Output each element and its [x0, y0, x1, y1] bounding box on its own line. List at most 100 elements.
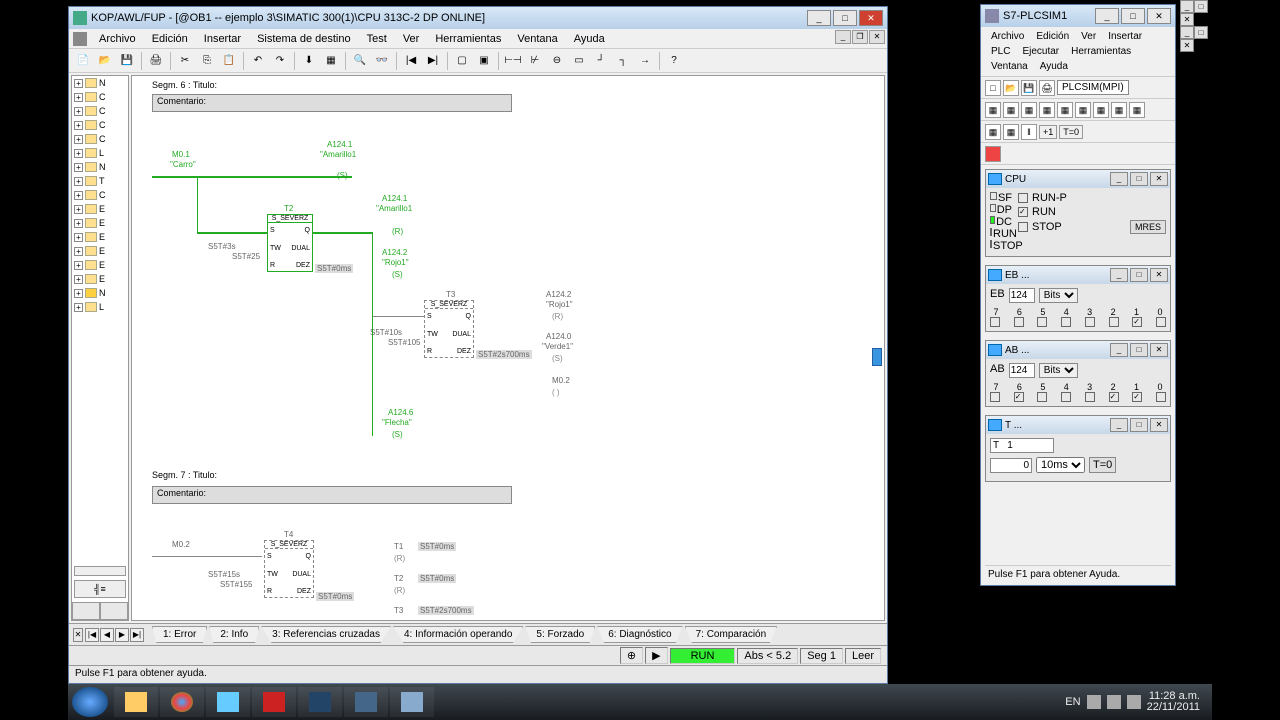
tab-diag[interactable]: 6: Diagnóstico — [597, 626, 682, 643]
cpu-min[interactable]: _ — [1110, 172, 1128, 186]
scroll-thumb[interactable] — [872, 348, 882, 366]
tray-vol-icon[interactable] — [1127, 695, 1141, 709]
eb-format-select[interactable]: Bits — [1039, 288, 1078, 303]
help-icon[interactable]: ? — [664, 51, 684, 71]
sim-insert-9[interactable]: ▦ — [1129, 102, 1145, 118]
tree-panel[interactable]: +N +C +C +C +C +L +N +T +C +E +E +E +E +… — [71, 75, 129, 621]
eb-min[interactable]: _ — [1110, 268, 1128, 282]
nav-last-icon[interactable]: ▶| — [423, 51, 443, 71]
ab-bit-3[interactable] — [1085, 392, 1095, 402]
sim-run-cont-icon[interactable]: ▦ — [985, 124, 1001, 140]
eb-bit-1[interactable] — [1132, 317, 1142, 327]
save-icon[interactable]: 💾 — [117, 51, 137, 71]
nav-first[interactable]: |◀ — [85, 628, 99, 642]
ab-bit-0[interactable] — [1156, 392, 1166, 402]
nav-last[interactable]: ▶| — [130, 628, 144, 642]
bg-max[interactable]: □ — [1194, 0, 1208, 13]
t-min[interactable]: _ — [1110, 418, 1128, 432]
undo-icon[interactable]: ↶ — [248, 51, 268, 71]
conn-icon[interactable]: → — [635, 51, 655, 71]
sim-run-single-icon[interactable]: ▦ — [1003, 124, 1019, 140]
sim-insert-8[interactable]: ▦ — [1111, 102, 1127, 118]
open-icon[interactable]: 📂 — [95, 51, 115, 71]
timer-name-input[interactable] — [990, 438, 1054, 453]
tray-flag-icon[interactable] — [1087, 695, 1101, 709]
tab-forzado[interactable]: 5: Forzado — [525, 626, 595, 643]
seg7-comment[interactable]: Comentario: — [152, 486, 512, 504]
monitor-icon[interactable]: ▦ — [321, 51, 341, 71]
branch-icon[interactable]: ┘ — [591, 51, 611, 71]
bg-close[interactable]: ✕ — [1180, 13, 1194, 26]
sim-insert-3[interactable]: ▦ — [1021, 102, 1037, 118]
block1-icon[interactable]: ▢ — [452, 51, 472, 71]
taskbar-chrome[interactable] — [160, 687, 204, 717]
minimize-button[interactable]: _ — [807, 10, 831, 26]
ab-max[interactable]: □ — [1130, 343, 1148, 357]
seg6-comment[interactable]: Comentario: — [152, 94, 512, 112]
glasses-icon[interactable]: 👓 — [372, 51, 392, 71]
sim-menu-ejecutar[interactable]: Ejecutar — [1016, 44, 1065, 59]
maximize-button[interactable]: □ — [833, 10, 857, 26]
tree-hscroll[interactable] — [74, 566, 126, 576]
sim-plus1[interactable]: +1 — [1039, 125, 1057, 139]
menu-edicion[interactable]: Edición — [144, 31, 196, 47]
main-titlebar[interactable]: KOP/AWL/FUP - [@OB1 -- ejemplo 3\SIMATIC… — [69, 7, 887, 29]
eb-bit-4[interactable] — [1061, 317, 1071, 327]
paste-icon[interactable]: 📋 — [219, 51, 239, 71]
eb-bit-2[interactable] — [1109, 317, 1119, 327]
sim-menu-insertar[interactable]: Insertar — [1102, 29, 1148, 44]
lang-indicator[interactable]: EN — [1065, 696, 1080, 708]
sim-pause-icon[interactable]: ‖ — [1021, 124, 1037, 140]
ladder-canvas[interactable]: Segm. 6 : Titulo: Comentario: M0.1 "Carr… — [131, 75, 885, 621]
taskbar-msn[interactable] — [206, 687, 250, 717]
menu-test[interactable]: Test — [359, 31, 395, 47]
eb-bit-0[interactable] — [1156, 317, 1166, 327]
start-button[interactable] — [72, 687, 108, 717]
ab-addr-input[interactable] — [1009, 363, 1035, 378]
tab-ref[interactable]: 3: Referencias cruzadas — [261, 626, 391, 643]
taskbar-simatic[interactable] — [344, 687, 388, 717]
timer-base-select[interactable]: 10ms — [1036, 457, 1085, 473]
print-icon[interactable]: 🖨 — [146, 51, 166, 71]
cut-icon[interactable]: ✂ — [175, 51, 195, 71]
sim-menu-herramientas[interactable]: Herramientas — [1065, 44, 1137, 59]
taskbar-app2[interactable] — [298, 687, 342, 717]
ab-min[interactable]: _ — [1110, 343, 1128, 357]
sim-menu-plc[interactable]: PLC — [985, 44, 1016, 59]
taskbar-plcsim[interactable] — [390, 687, 434, 717]
cpu-close[interactable]: ✕ — [1150, 172, 1168, 186]
sim-t0[interactable]: T=0 — [1059, 125, 1083, 139]
timer-value-input[interactable] — [990, 458, 1032, 473]
timer-t0-button[interactable]: T=0 — [1089, 457, 1116, 473]
contact-closed-icon[interactable]: ⊬ — [525, 51, 545, 71]
ab-bit-6[interactable] — [1014, 392, 1024, 402]
bg-close2[interactable]: ✕ — [1180, 39, 1194, 52]
menu-ver[interactable]: Ver — [395, 31, 428, 47]
sim-titlebar[interactable]: S7-PLCSIM1 _ □ ✕ — [981, 5, 1175, 27]
runp-checkbox[interactable] — [1018, 193, 1028, 203]
copy-icon[interactable]: ⎘ — [197, 51, 217, 71]
zoom-icon[interactable]: 🔍 — [350, 51, 370, 71]
tree-filter[interactable]: ╣≡ — [74, 580, 126, 598]
sim-menu-ventana[interactable]: Ventana — [985, 59, 1034, 74]
sim-menu-edicion[interactable]: Edición — [1030, 29, 1075, 44]
sim-save-icon[interactable]: 💾 — [1021, 80, 1037, 96]
bg-max2[interactable]: □ — [1194, 26, 1208, 39]
menu-insertar[interactable]: Insertar — [196, 31, 249, 47]
eb-bit-5[interactable] — [1037, 317, 1047, 327]
stop-checkbox[interactable] — [1018, 222, 1028, 232]
t-max[interactable]: □ — [1130, 418, 1148, 432]
cpu-max[interactable]: □ — [1130, 172, 1148, 186]
sim-menu-archivo[interactable]: Archivo — [985, 29, 1030, 44]
eb-bit-3[interactable] — [1085, 317, 1095, 327]
nav-next[interactable]: ▶ — [115, 628, 129, 642]
ab-bit-4[interactable] — [1061, 392, 1071, 402]
nav-first-icon[interactable]: |◀ — [401, 51, 421, 71]
sim-interface-combo[interactable]: PLCSIM(MPI) — [1057, 80, 1129, 95]
sim-close[interactable]: ✕ — [1147, 8, 1171, 24]
taskbar-app1[interactable] — [252, 687, 296, 717]
bg-min[interactable]: _ — [1180, 0, 1194, 13]
ab-bit-7[interactable] — [990, 392, 1000, 402]
tab-info[interactable]: 2: Info — [209, 626, 259, 643]
tab-error[interactable]: 1: Error — [152, 626, 207, 643]
